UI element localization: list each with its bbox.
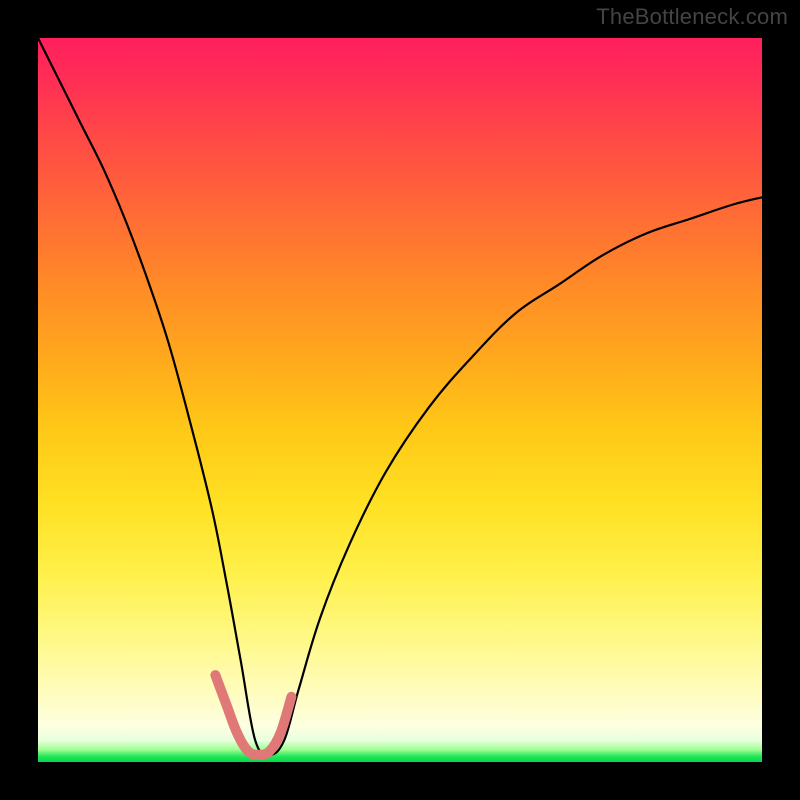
plot-area <box>38 38 762 762</box>
curve-svg <box>38 38 762 762</box>
valley-highlight <box>215 675 291 755</box>
chart-container: TheBottleneck.com <box>0 0 800 800</box>
bottleneck-curve <box>38 38 762 755</box>
watermark-text: TheBottleneck.com <box>596 4 788 30</box>
